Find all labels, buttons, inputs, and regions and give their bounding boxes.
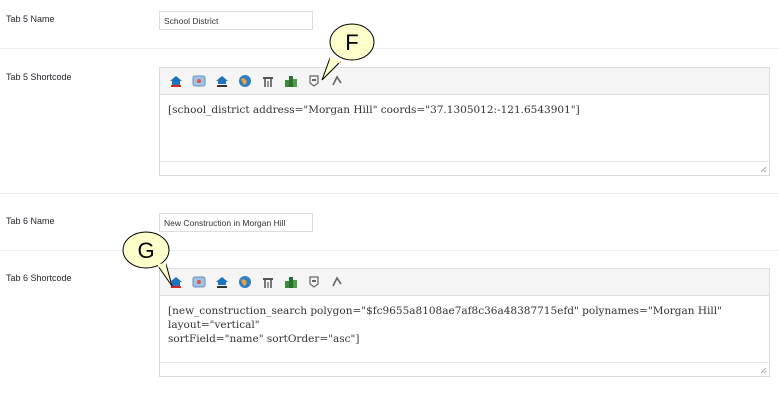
resize-handle-icon[interactable] — [760, 367, 767, 374]
tab6-name-label: Tab 6 Name — [6, 216, 55, 226]
tab5-name-label: Tab 5 Name — [6, 14, 55, 24]
divider — [0, 250, 779, 251]
house-idx-icon[interactable] — [168, 73, 184, 89]
divider — [0, 48, 779, 49]
callout-f: F — [321, 23, 375, 81]
tab6-shortcode-line1: [new_construction_search polygon="$fc965… — [168, 305, 722, 331]
editor-statusbar — [160, 362, 769, 376]
idx-house-icon[interactable] — [214, 274, 230, 290]
globe-icon[interactable] — [237, 274, 253, 290]
building-icon[interactable] — [260, 73, 276, 89]
resize-handle-icon[interactable] — [760, 166, 767, 173]
city-icon[interactable] — [283, 274, 299, 290]
tab6-shortcode-text[interactable]: [new_construction_search polygon="$fc965… — [160, 296, 769, 346]
building-icon[interactable] — [260, 274, 276, 290]
callout-g: G — [122, 231, 173, 287]
badge-icon[interactable] — [306, 274, 322, 290]
divider — [0, 193, 779, 194]
arrow-up-icon[interactable] — [329, 274, 345, 290]
map-icon[interactable] — [191, 73, 207, 89]
editor-toolbar — [160, 68, 769, 95]
idx-house-icon[interactable] — [214, 73, 230, 89]
map-icon[interactable] — [191, 274, 207, 290]
tab6-shortcode-line2: sortField="name" sortOrder="asc"] — [168, 333, 360, 345]
globe-icon[interactable] — [237, 73, 253, 89]
callout-f-letter: F — [345, 30, 358, 55]
tab6-name-input[interactable]: New Construction in Morgan Hill — [159, 213, 313, 232]
tab5-shortcode-text[interactable]: [school_district address="Morgan Hill" c… — [160, 95, 769, 117]
tab6-shortcode-editor: [new_construction_search polygon="$fc965… — [159, 268, 770, 377]
tab5-shortcode-editor: [school_district address="Morgan Hill" c… — [159, 67, 770, 176]
city-icon[interactable] — [283, 73, 299, 89]
editor-statusbar — [160, 161, 769, 175]
callout-g-letter: G — [137, 238, 154, 263]
editor-toolbar — [160, 269, 769, 296]
tab5-name-input[interactable]: School District — [159, 11, 313, 30]
tab6-shortcode-label: Tab 6 Shortcode — [6, 273, 72, 283]
tab5-shortcode-label: Tab 5 Shortcode — [6, 72, 72, 82]
